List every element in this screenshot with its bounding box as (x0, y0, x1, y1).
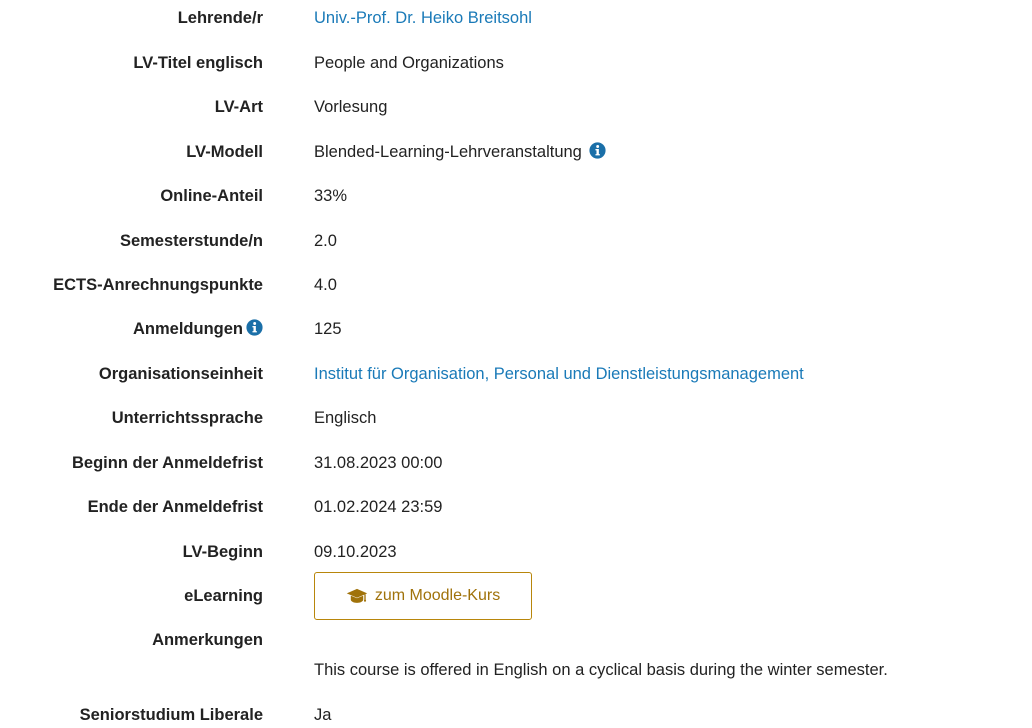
row-ects: ECTS-Anrechnungspunkte 4.0 (0, 272, 1032, 298)
label-anmeldungen-text: Anmeldungen (133, 320, 243, 338)
info-circle-icon[interactable] (246, 319, 263, 336)
label-anmerkungen: Anmerkungen (152, 631, 263, 649)
moodle-button-label: zum Moodle-Kurs (374, 587, 501, 604)
row-elearning: eLearning zum Moodle-Kurs (0, 572, 1032, 620)
label-lv-art: LV-Art (214, 98, 263, 116)
value-unterrichtssprache: Englisch (314, 409, 377, 427)
label-seniorstudium: Seniorstudium Liberale (79, 706, 263, 724)
lecturer-link[interactable]: Univ.-Prof. Dr. Heiko Breitsohl (314, 5, 532, 31)
row-anmerkungen-label: Anmerkungen (0, 627, 1032, 653)
row-seniorstudium: Seniorstudium Liberale Ja (0, 702, 1032, 728)
value-ende-anmeldefrist: 01.02.2024 23:59 (314, 498, 443, 516)
info-circle-icon[interactable] (589, 142, 607, 159)
row-online-anteil: Online-Anteil 33% (0, 183, 1032, 209)
label-beginn-anmeldefrist: Beginn der Anmeldefrist (72, 454, 263, 472)
label-organisationseinheit: Organisationseinheit (98, 365, 263, 383)
row-beginn-anmeldefrist: Beginn der Anmeldefrist 31.08.2023 00:00 (0, 450, 1032, 476)
label-online-anteil: Online-Anteil (160, 187, 263, 205)
label-lv-beginn: LV-Beginn (182, 543, 263, 561)
graduation-cap-icon (346, 588, 368, 603)
row-anmeldungen: Anmeldungen 125 (0, 316, 1032, 342)
value-lv-art: Vorlesung (314, 98, 388, 116)
label-lehrende: Lehrende/r (177, 9, 263, 27)
row-organisationseinheit: Organisationseinheit Institut für Organi… (0, 361, 1032, 387)
row-semesterstunden: Semesterstunde/n 2.0 (0, 228, 1032, 254)
course-details: Lehrende/r Univ.-Prof. Dr. Heiko Breitso… (0, 0, 1032, 724)
row-unterrichtssprache: Unterrichtssprache Englisch (0, 405, 1032, 431)
moodle-course-button[interactable]: zum Moodle-Kurs (314, 572, 532, 620)
label-elearning: eLearning (184, 587, 263, 605)
value-titel-englisch: People and Organizations (314, 54, 504, 72)
label-semesterstunden: Semesterstunde/n (119, 232, 263, 250)
value-anmerkungen: This course is offered in English on a c… (314, 661, 888, 679)
value-beginn-anmeldefrist: 31.08.2023 00:00 (314, 454, 443, 472)
row-titel-englisch: LV-Titel englisch People and Organizatio… (0, 50, 1032, 76)
label-lv-modell: LV-Modell (186, 143, 263, 161)
value-lv-modell-text: Blended-Learning-Lehrveranstaltung (314, 143, 582, 161)
label-ende-anmeldefrist: Ende der Anmeldefrist (87, 498, 263, 516)
value-ects: 4.0 (314, 276, 337, 294)
row-lv-beginn: LV-Beginn 09.10.2023 (0, 539, 1032, 565)
label-titel-englisch: LV-Titel englisch (133, 54, 263, 72)
row-lv-art: LV-Art Vorlesung (0, 94, 1032, 120)
row-anmerkungen-value: This course is offered in English on a c… (0, 657, 1032, 683)
value-semesterstunden: 2.0 (314, 232, 337, 250)
row-lehrende: Lehrende/r Univ.-Prof. Dr. Heiko Breitso… (0, 5, 1032, 31)
organisation-link[interactable]: Institut für Organisation, Personal und … (314, 361, 804, 387)
value-seniorstudium: Ja (314, 706, 332, 724)
value-lv-modell: Blended-Learning-Lehrveranstaltung (314, 139, 607, 165)
value-lv-beginn: 09.10.2023 (314, 543, 397, 561)
value-anmeldungen: 125 (314, 320, 342, 338)
row-ende-anmeldefrist: Ende der Anmeldefrist 01.02.2024 23:59 (0, 494, 1032, 520)
row-lv-modell: LV-Modell Blended-Learning-Lehrveranstal… (0, 139, 1032, 165)
value-online-anteil: 33% (314, 187, 348, 205)
label-ects: ECTS-Anrechnungspunkte (53, 276, 263, 294)
label-anmeldungen: Anmeldungen (0, 316, 263, 342)
label-unterrichtssprache: Unterrichtssprache (111, 409, 263, 427)
